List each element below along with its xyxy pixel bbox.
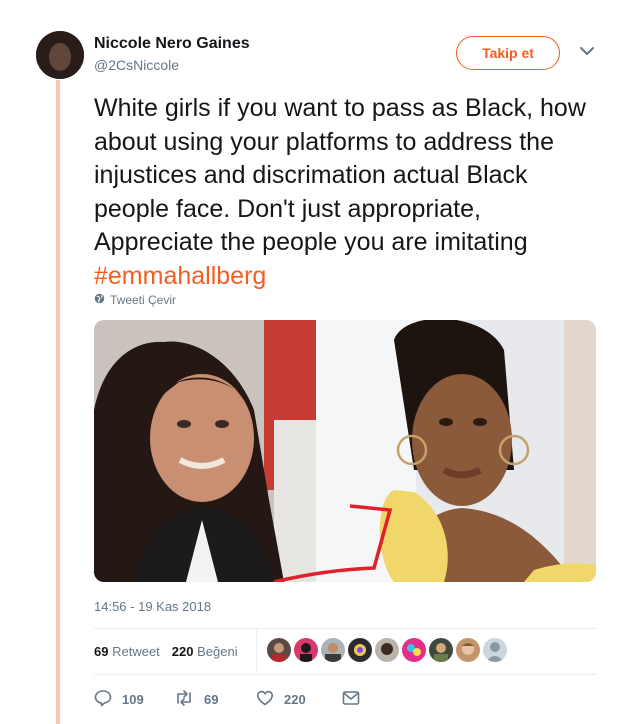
liker-avatar[interactable]: [267, 638, 291, 662]
retweet-stat[interactable]: 69 Retweet: [94, 644, 160, 659]
tweet-photo[interactable]: [94, 320, 596, 582]
like-action[interactable]: 220: [256, 689, 342, 710]
like-stat-count: 220: [171, 644, 194, 659]
chevron-down-icon[interactable]: [578, 44, 596, 58]
retweet-stat-label: Retweet: [112, 644, 160, 659]
author-name[interactable]: Niccole Nero Gaines: [94, 35, 250, 53]
tweet-timestamp[interactable]: 14:56 - 19 Kas 2018: [94, 599, 211, 614]
globe-icon: [94, 293, 105, 307]
translate-tweet[interactable]: Tweeti Çevir: [94, 293, 176, 307]
retweet-count: 69: [204, 692, 219, 707]
tweet-body: White girls if you want to pass as Black…: [94, 94, 586, 256]
follow-button[interactable]: Takip et: [456, 36, 560, 70]
heart-icon[interactable]: [256, 689, 274, 710]
engagement-stats: 69 Retweet 220 Beğeni: [94, 644, 238, 659]
liker-avatar[interactable]: [294, 638, 318, 662]
liker-avatar[interactable]: [348, 638, 372, 662]
reply-icon[interactable]: [94, 689, 112, 710]
reply-count: 109: [122, 692, 144, 707]
reply-action[interactable]: 109: [94, 689, 174, 710]
message-icon[interactable]: [342, 690, 360, 709]
translate-label[interactable]: Tweeti Çevir: [110, 293, 176, 307]
author-avatar[interactable]: [36, 31, 84, 79]
hashtag-link[interactable]: #emmahallberg: [94, 262, 266, 290]
retweet-action[interactable]: 69: [174, 689, 256, 710]
thread-rail: [56, 80, 60, 724]
like-stat[interactable]: 220 Beğeni: [172, 644, 238, 659]
retweet-stat-count: 69: [94, 644, 109, 659]
like-stat-label: Beğeni: [197, 644, 238, 659]
retweet-icon[interactable]: [174, 689, 194, 710]
liker-avatar[interactable]: [375, 638, 399, 662]
like-count: 220: [284, 692, 306, 707]
message-action[interactable]: [342, 690, 360, 709]
liker-avatar[interactable]: [456, 638, 480, 662]
divider-bottom: [94, 674, 596, 675]
liker-avatar[interactable]: [402, 638, 426, 662]
divider-top: [94, 628, 596, 629]
liker-avatars: [267, 638, 507, 662]
tweet-actions: 109 69 220: [94, 689, 360, 710]
stats-separator: [256, 630, 257, 672]
liker-avatar[interactable]: [321, 638, 345, 662]
tweet-text: White girls if you want to pass as Black…: [94, 92, 604, 293]
liker-avatar[interactable]: [483, 638, 507, 662]
liker-avatar[interactable]: [429, 638, 453, 662]
author-handle[interactable]: @2CsNiccole: [94, 57, 179, 73]
